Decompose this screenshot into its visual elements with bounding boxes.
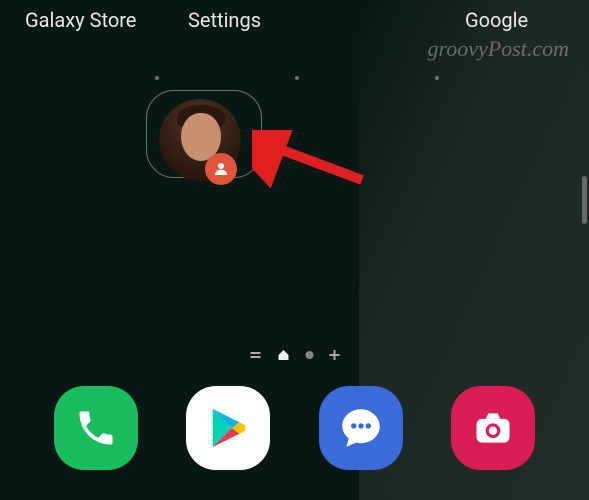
settings-label[interactable]: Settings [188, 8, 261, 32]
camera-icon [471, 406, 515, 450]
page-dot-indicator[interactable] [305, 351, 313, 359]
camera-app[interactable] [451, 386, 535, 470]
messages-app[interactable] [319, 386, 403, 470]
grid-dot [435, 76, 439, 80]
arrow-annotation [252, 130, 372, 190]
grid-dot [295, 76, 299, 80]
galaxy-store-label[interactable]: Galaxy Store [25, 8, 136, 32]
scroll-thumb[interactable] [582, 176, 587, 224]
watermark: groovyPost.com [427, 36, 569, 62]
home-indicator-icon[interactable] [276, 348, 290, 362]
dock [0, 386, 589, 470]
grid-dot [155, 76, 159, 80]
contact-badge [205, 153, 237, 185]
add-page-icon[interactable] [328, 349, 340, 361]
phone-icon [74, 406, 118, 450]
phone-app[interactable] [54, 386, 138, 470]
play-store-app[interactable] [186, 386, 270, 470]
contact-shortcut[interactable] [146, 90, 262, 178]
messages-icon [336, 403, 386, 453]
play-store-icon [205, 405, 251, 451]
menu-indicator-icon[interactable] [249, 350, 261, 360]
page-indicator [249, 348, 340, 362]
person-icon [212, 160, 230, 178]
google-label[interactable]: Google [465, 8, 528, 32]
